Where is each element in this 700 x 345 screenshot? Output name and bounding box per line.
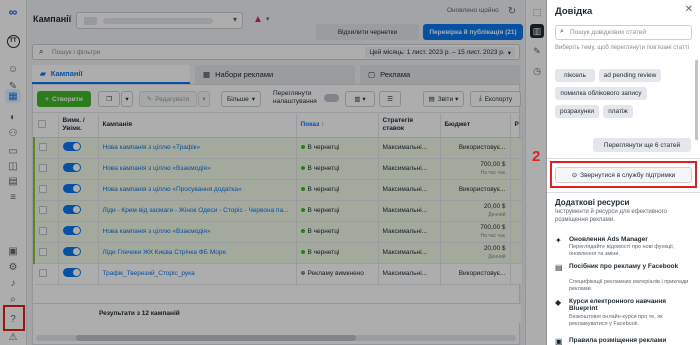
more-articles-button[interactable]: Переглянути ще 6 статей	[593, 138, 691, 152]
search-icon: ⌕	[560, 28, 564, 35]
help-topic-chip[interactable]: ad pending review	[599, 69, 661, 82]
resource-title[interactable]: Правила розміщення реклами	[569, 337, 666, 344]
help-topic-chip[interactable]: розрахунки	[555, 105, 599, 118]
graduation-icon: ◆	[555, 298, 562, 307]
resources-title: Додаткові ресурси	[555, 198, 630, 207]
policy-icon: ▣	[555, 337, 563, 345]
resources-subtitle: Інструменти й ресурси для ефективного ро…	[555, 209, 668, 223]
resource-title[interactable]: Посібник про рекламу у Facebook	[569, 263, 678, 270]
help-panel: Довідка ✕ ⌕ Пошук довідкових статей Вибе…	[547, 0, 700, 345]
resource-desc: Переглядайте відомості про нові функції,…	[569, 244, 675, 257]
help-topic-chip[interactable]: платіж	[603, 105, 633, 118]
resource-desc: Безкоштовні онлайн-курси про те, як рекл…	[569, 314, 663, 327]
annotation-label-2: 2	[532, 148, 541, 165]
resource-title[interactable]: Курси електронного навчання Blueprint	[569, 298, 695, 312]
help-topic-chip[interactable]: помилка облікового запису	[555, 87, 647, 100]
annotation-box-2	[550, 161, 697, 188]
help-search-placeholder: Пошук довідкових статей	[570, 29, 646, 36]
divider	[547, 158, 700, 159]
help-scrollbar[interactable]	[695, 60, 698, 140]
help-title: Довідка	[555, 6, 593, 17]
resource-title[interactable]: Оновлення Ads Manager	[569, 236, 648, 243]
close-icon[interactable]: ✕	[685, 4, 693, 15]
modal-overlay	[0, 0, 547, 345]
help-hint: Виберіть тему, щоб переглянути пов'язані…	[555, 45, 689, 51]
help-search-input[interactable]: ⌕ Пошук довідкових статей	[555, 25, 692, 40]
ads-manager-icon: ✦	[555, 236, 562, 245]
book-icon: ▤	[555, 263, 563, 272]
resource-desc: Специфікації рекламних матеріалів і прик…	[569, 279, 689, 292]
divider	[547, 192, 700, 193]
help-topic-chip[interactable]: піксель	[555, 69, 595, 82]
